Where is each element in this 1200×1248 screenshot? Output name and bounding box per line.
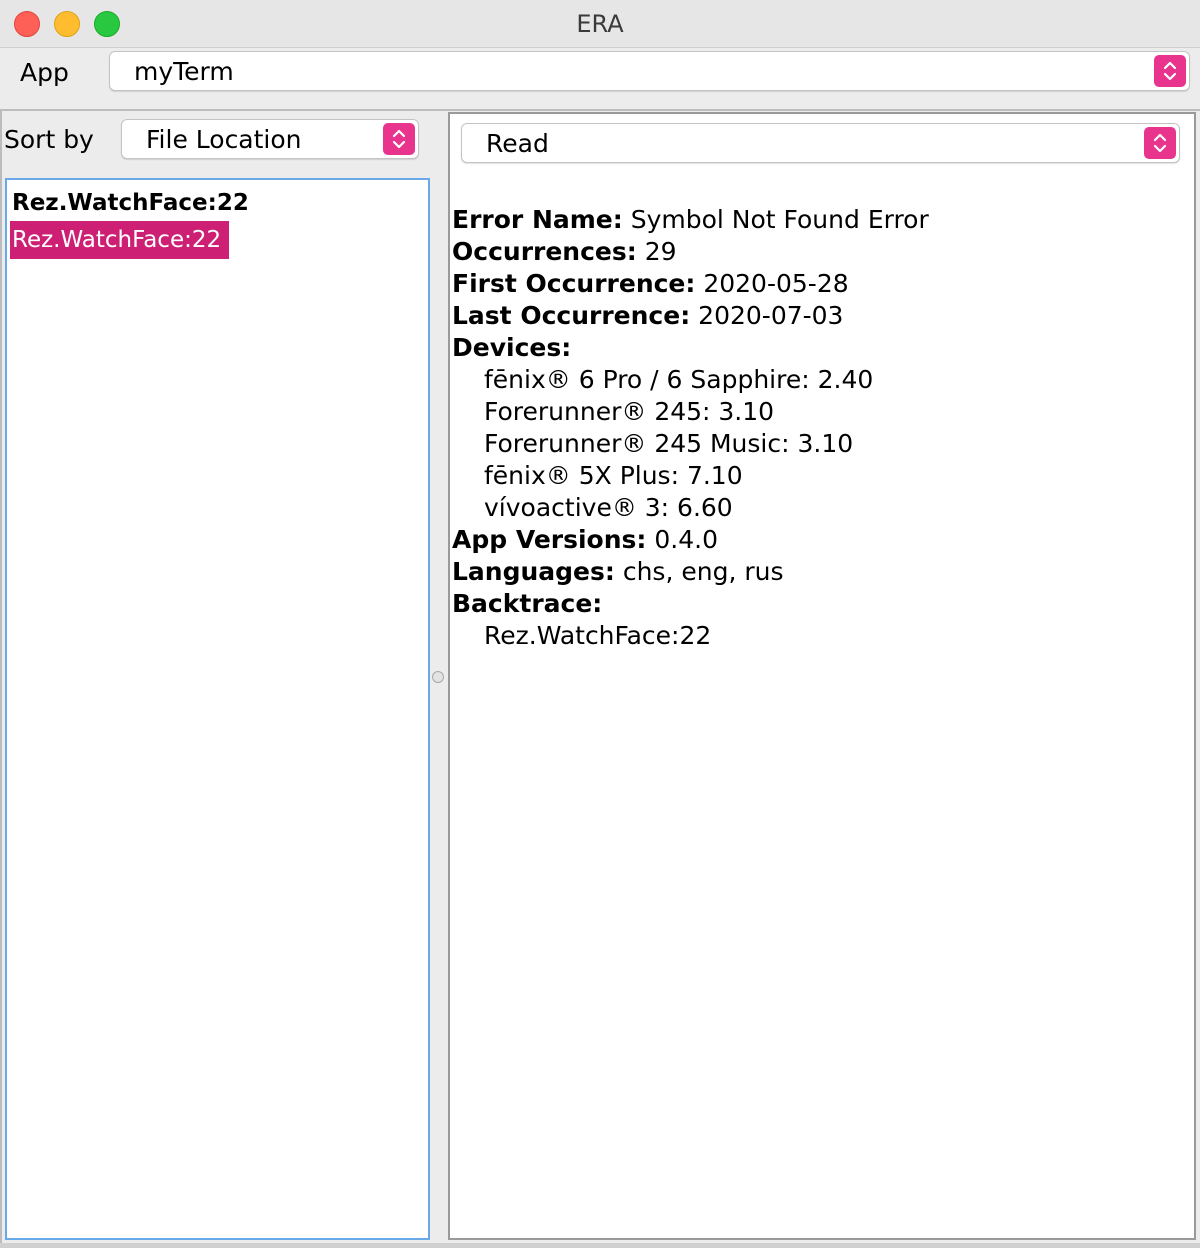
last-occurrence-row: Last Occurrence: 2020-07-03 xyxy=(452,300,929,332)
sort-by-select[interactable]: File Location xyxy=(121,119,419,159)
occurrences-value: 29 xyxy=(644,237,677,266)
read-status-select[interactable]: Read xyxy=(461,123,1180,163)
error-name-row: Error Name: Symbol Not Found Error xyxy=(452,204,929,236)
app-label: App xyxy=(20,58,69,87)
last-occurrence-value: 2020-07-03 xyxy=(698,301,844,330)
list-item-selected[interactable]: Rez.WatchFace:22 xyxy=(10,221,230,259)
app-versions-row: App Versions: 0.4.0 xyxy=(452,524,929,556)
error-details: Error Name: Symbol Not Found Error Occur… xyxy=(452,204,929,652)
backtrace-label: Backtrace: xyxy=(452,589,603,618)
first-occurrence-value: 2020-05-28 xyxy=(703,269,849,298)
error-name-value: Symbol Not Found Error xyxy=(630,205,929,234)
languages-value: chs, eng, rus xyxy=(622,557,784,586)
device-item: fēnix® 6 Pro / 6 Sapphire: 2.40 xyxy=(484,365,874,394)
error-name-label: Error Name: xyxy=(452,205,623,234)
device-item: fēnix® 5X Plus: 7.10 xyxy=(484,461,743,490)
split-pane-handle[interactable] xyxy=(432,671,444,683)
occurrences-row: Occurrences: 29 xyxy=(452,236,929,268)
first-occurrence-row: First Occurrence: 2020-05-28 xyxy=(452,268,929,300)
read-status-select-value: Read xyxy=(486,128,549,158)
sort-by-label: Sort by xyxy=(4,125,94,154)
first-occurrence-label: First Occurrence: xyxy=(452,269,696,298)
app-select-value: myTerm xyxy=(134,56,234,86)
device-item: vívoactive® 3: 6.60 xyxy=(484,493,733,522)
title-bar: ERA xyxy=(0,0,1200,48)
window-left-edge xyxy=(0,111,2,1248)
device-item: Forerunner® 245: 3.10 xyxy=(484,397,775,426)
backtrace-item: Rez.WatchFace:22 xyxy=(484,621,712,650)
languages-row: Languages: chs, eng, rus xyxy=(452,556,929,588)
header-divider xyxy=(0,109,1200,111)
list-item[interactable]: Rez.WatchFace:22 xyxy=(10,184,251,222)
chevron-updown-icon[interactable] xyxy=(1144,127,1176,159)
app-versions-value: 0.4.0 xyxy=(654,525,718,554)
bottom-edge xyxy=(0,1243,1200,1248)
app-select[interactable]: myTerm xyxy=(109,51,1190,91)
last-occurrence-label: Last Occurrence: xyxy=(452,301,691,330)
occurrences-label: Occurrences: xyxy=(452,237,637,266)
app-versions-label: App Versions: xyxy=(452,525,647,554)
backtrace-row: Backtrace: xyxy=(452,588,929,620)
languages-label: Languages: xyxy=(452,557,615,586)
device-item: Forerunner® 245 Music: 3.10 xyxy=(484,429,854,458)
devices-row: Devices: xyxy=(452,332,929,364)
window-title: ERA xyxy=(576,10,624,38)
error-list[interactable]: Rez.WatchFace:22 Rez.WatchFace:22 xyxy=(5,178,430,1240)
devices-label: Devices: xyxy=(452,333,572,362)
sort-by-select-value: File Location xyxy=(146,124,302,154)
chevron-updown-icon[interactable] xyxy=(1154,55,1186,87)
chevron-updown-icon[interactable] xyxy=(383,123,415,155)
